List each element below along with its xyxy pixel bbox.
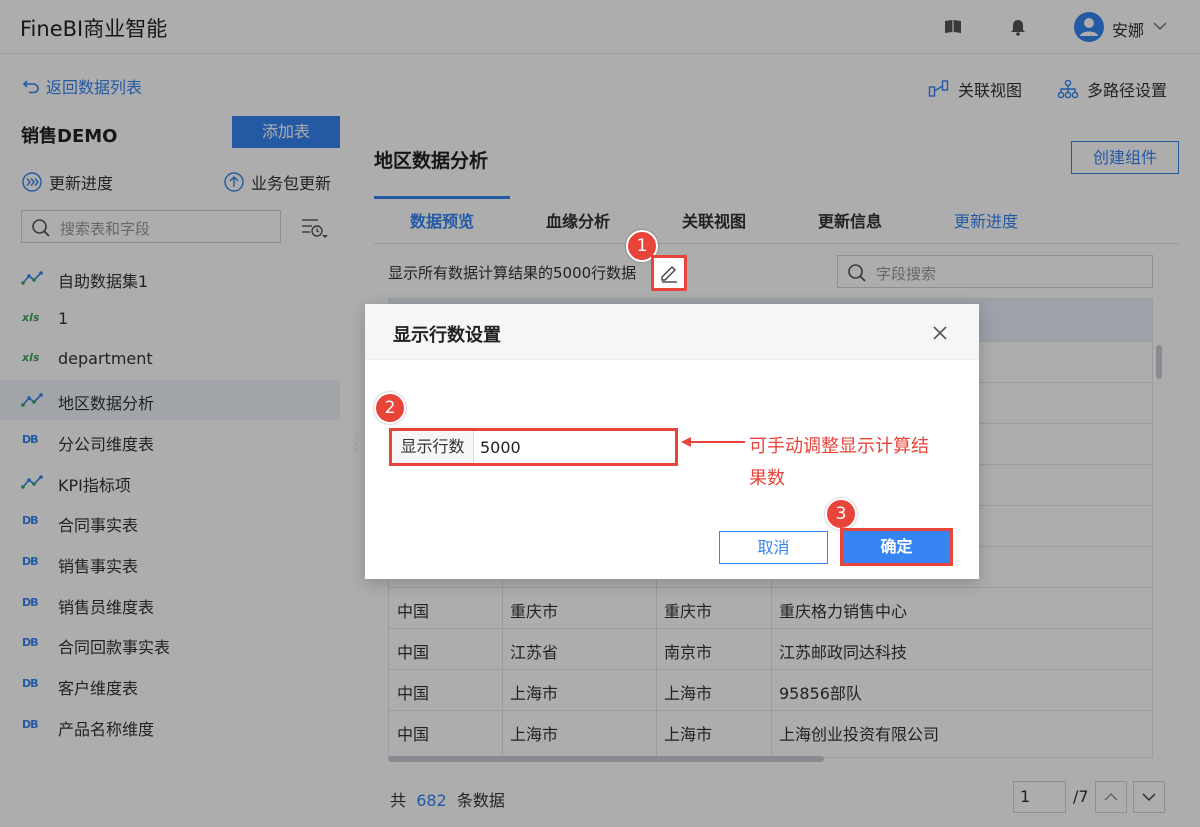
annotation-text: 可手动调整显示计算结果数 (749, 436, 929, 489)
cancel-button[interactable]: 取消 (719, 531, 828, 564)
step-badge-3: 3 (825, 498, 857, 530)
annotation-arrow (681, 437, 745, 447)
step-badge-2: 2 (374, 392, 406, 424)
dialog-header: 显示行数设置 (365, 304, 979, 360)
close-icon[interactable] (932, 325, 948, 341)
rows-count-input[interactable] (475, 431, 675, 463)
edit-rows-button-highlight (651, 255, 687, 291)
pencil-icon (661, 266, 677, 283)
dialog-title: 显示行数设置 (393, 325, 501, 346)
confirm-button[interactable]: 确定 (843, 531, 950, 563)
rows-field-label: 显示行数 (392, 431, 474, 463)
